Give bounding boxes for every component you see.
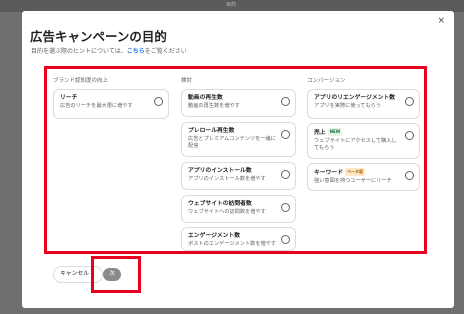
dialog-subtitle: 目的を選ぶ際のヒントについては、こちらをご覧ください [31,46,187,55]
objective-card-app-installs[interactable]: アプリのインストール数 アプリのインストール数を増やす [181,162,296,190]
radio-button[interactable] [281,203,290,212]
card-title: エンゲージメント数 [188,233,241,239]
subtitle-suffix: をご覧ください [144,48,187,55]
objective-card-engagements[interactable]: エンゲージメント数 ポストのエンゲージメント数を増やす [181,227,296,251]
close-icon[interactable]: × [437,16,445,26]
card-description: ポストのエンゲージメント数を増やす [188,241,277,247]
card-title: アプリのインストール数 [188,168,252,174]
card-description: アプリのインストール数を増やす [188,176,266,182]
card-title-row: キーワード ベータ版 [314,168,413,177]
background-title: 目的 [226,2,237,8]
cancel-button[interactable]: キャンセル [53,266,103,283]
radio-button[interactable] [154,97,163,106]
subtitle-prefix: 目的を選ぶ際のヒントについては、 [31,48,127,55]
dialog-title: 広告キャンペーンの目的 [30,29,167,44]
next-button[interactable]: 次 [103,268,121,281]
card-title: ウェブサイトの訪問者数 [188,201,252,207]
card-title: キーワード [314,170,343,176]
objective-card-video-views[interactable]: 動画の再生数 動画の再生数を増やす [181,89,296,117]
radio-button[interactable] [281,130,290,139]
card-description: アプリを実際に使ってもらう [314,103,381,109]
objective-card-keywords[interactable]: キーワード ベータ版 強い意図を持つユーザーにリーチ [307,163,420,191]
card-title: リーチ [60,95,78,101]
radio-button[interactable] [405,171,414,180]
radio-button[interactable] [281,97,290,106]
card-title: プレロール再生数 [188,128,235,134]
objective-card-reach[interactable]: リーチ 広告のリーチを最大限に増やす [53,89,169,119]
new-badge: NEW [327,128,343,136]
objective-dialog: × [22,11,454,308]
card-title: 動画の再生数 [188,95,223,101]
help-link[interactable]: こちら [127,48,145,55]
card-description: 強い意図を持つユーザーにリーチ [314,178,392,184]
card-title-row: 売上 NEW [314,128,413,137]
radio-button[interactable] [405,97,414,106]
column-header-conversion: コンバージョン [307,78,346,84]
beta-badge: ベータ版 [345,168,365,176]
card-title: 売上 [314,130,326,136]
card-description: 広告とプレミアムコンテンツを一緒に配信 [188,136,276,149]
card-description: ウェブサイトへの訪問数を増やす [188,209,266,215]
card-title: アプリのリエンゲージメント数 [314,95,396,101]
objective-card-app-reengagements[interactable]: アプリのリエンゲージメント数 アプリを実際に使ってもらう [307,89,420,119]
radio-button[interactable] [281,170,290,179]
objective-card-sales[interactable]: 売上 NEW ウェブサイトにアクセスして購入してもらう [307,123,420,159]
objective-card-website-visits[interactable]: ウェブサイトの訪問者数 ウェブサイトへの訪問数を増やす [181,195,296,223]
card-description: 広告のリーチを最大限に増やす [60,103,133,109]
radio-button[interactable] [405,131,414,140]
column-header-awareness: ブランド認知度の向上 [53,78,109,84]
objective-card-preroll-views[interactable]: プレロール再生数 広告とプレミアムコンテンツを一緒に配信 [181,122,296,157]
card-description: ウェブサイトにアクセスして購入してもらう [314,138,397,151]
card-description: 動画の再生数を増やす [188,103,240,109]
radio-button[interactable] [281,235,290,244]
column-header-consideration: 検討 [181,78,193,84]
